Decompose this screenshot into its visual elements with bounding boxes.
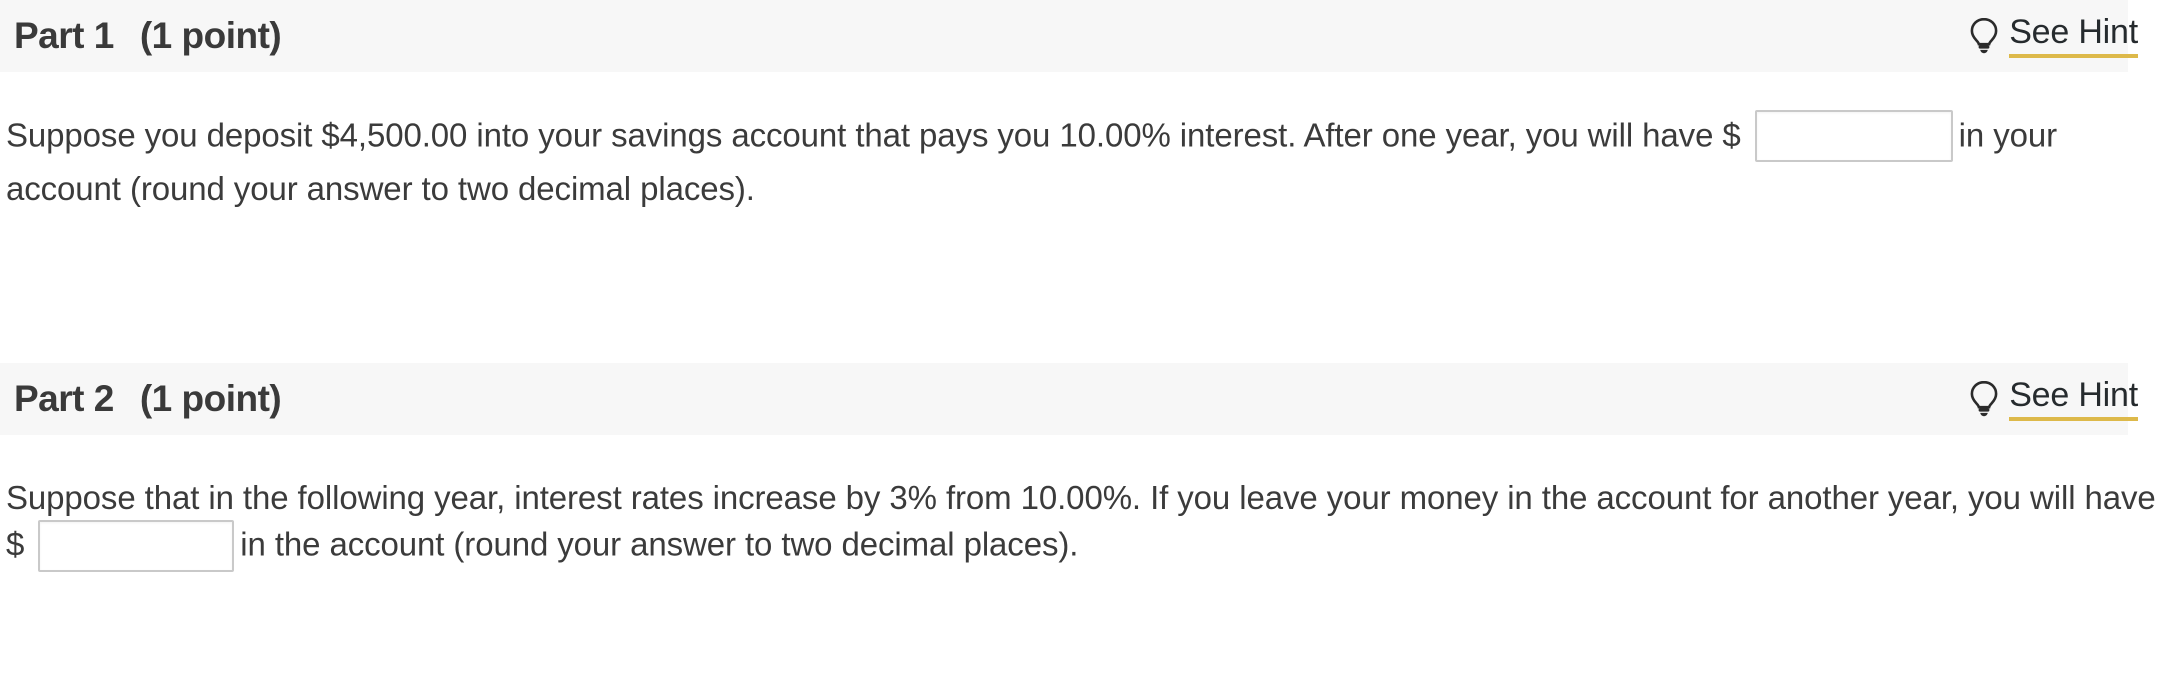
part-points-2: (1 point): [139, 378, 282, 419]
part-section-2: Part 2 (1 point) See Hint Suppose that i…: [0, 363, 2164, 574]
part-title-2: Part 2: [14, 378, 114, 419]
part-title-1: Part 1: [14, 15, 114, 56]
answer-input-2[interactable]: [38, 520, 235, 572]
question-text-after-input-2: in the account (round your answer to two…: [240, 525, 1079, 563]
part-question-2: Suppose that in the following year, inte…: [0, 475, 2164, 574]
part-header-1: Part 1 (1 point) See Hint: [0, 0, 2138, 72]
see-hint-button-1[interactable]: See Hint: [1967, 15, 2138, 58]
see-hint-button-2[interactable]: See Hint: [1967, 378, 2138, 421]
question-text-before-input-1: Suppose you deposit $4,500.00 into your …: [6, 116, 1741, 154]
part-header-title-group-2: Part 2 (1 point): [14, 378, 282, 420]
lightbulb-icon: [1967, 379, 2001, 419]
lightbulb-icon: [1967, 16, 2001, 56]
part-header-2: Part 2 (1 point) See Hint: [0, 363, 2138, 435]
see-hint-label-1[interactable]: See Hint: [2009, 15, 2138, 58]
assignment-container: Part 1 (1 point) See Hint Suppose you de…: [0, 0, 2164, 574]
part-question-1: Suppose you deposit $4,500.00 into your …: [0, 110, 2164, 211]
answer-input-1[interactable]: [1754, 110, 1953, 162]
part-section-1: Part 1 (1 point) See Hint Suppose you de…: [0, 0, 2164, 211]
see-hint-label-2[interactable]: See Hint: [2009, 378, 2138, 421]
part-header-title-group-1: Part 1 (1 point): [14, 15, 282, 57]
part-points-1: (1 point): [139, 15, 282, 56]
